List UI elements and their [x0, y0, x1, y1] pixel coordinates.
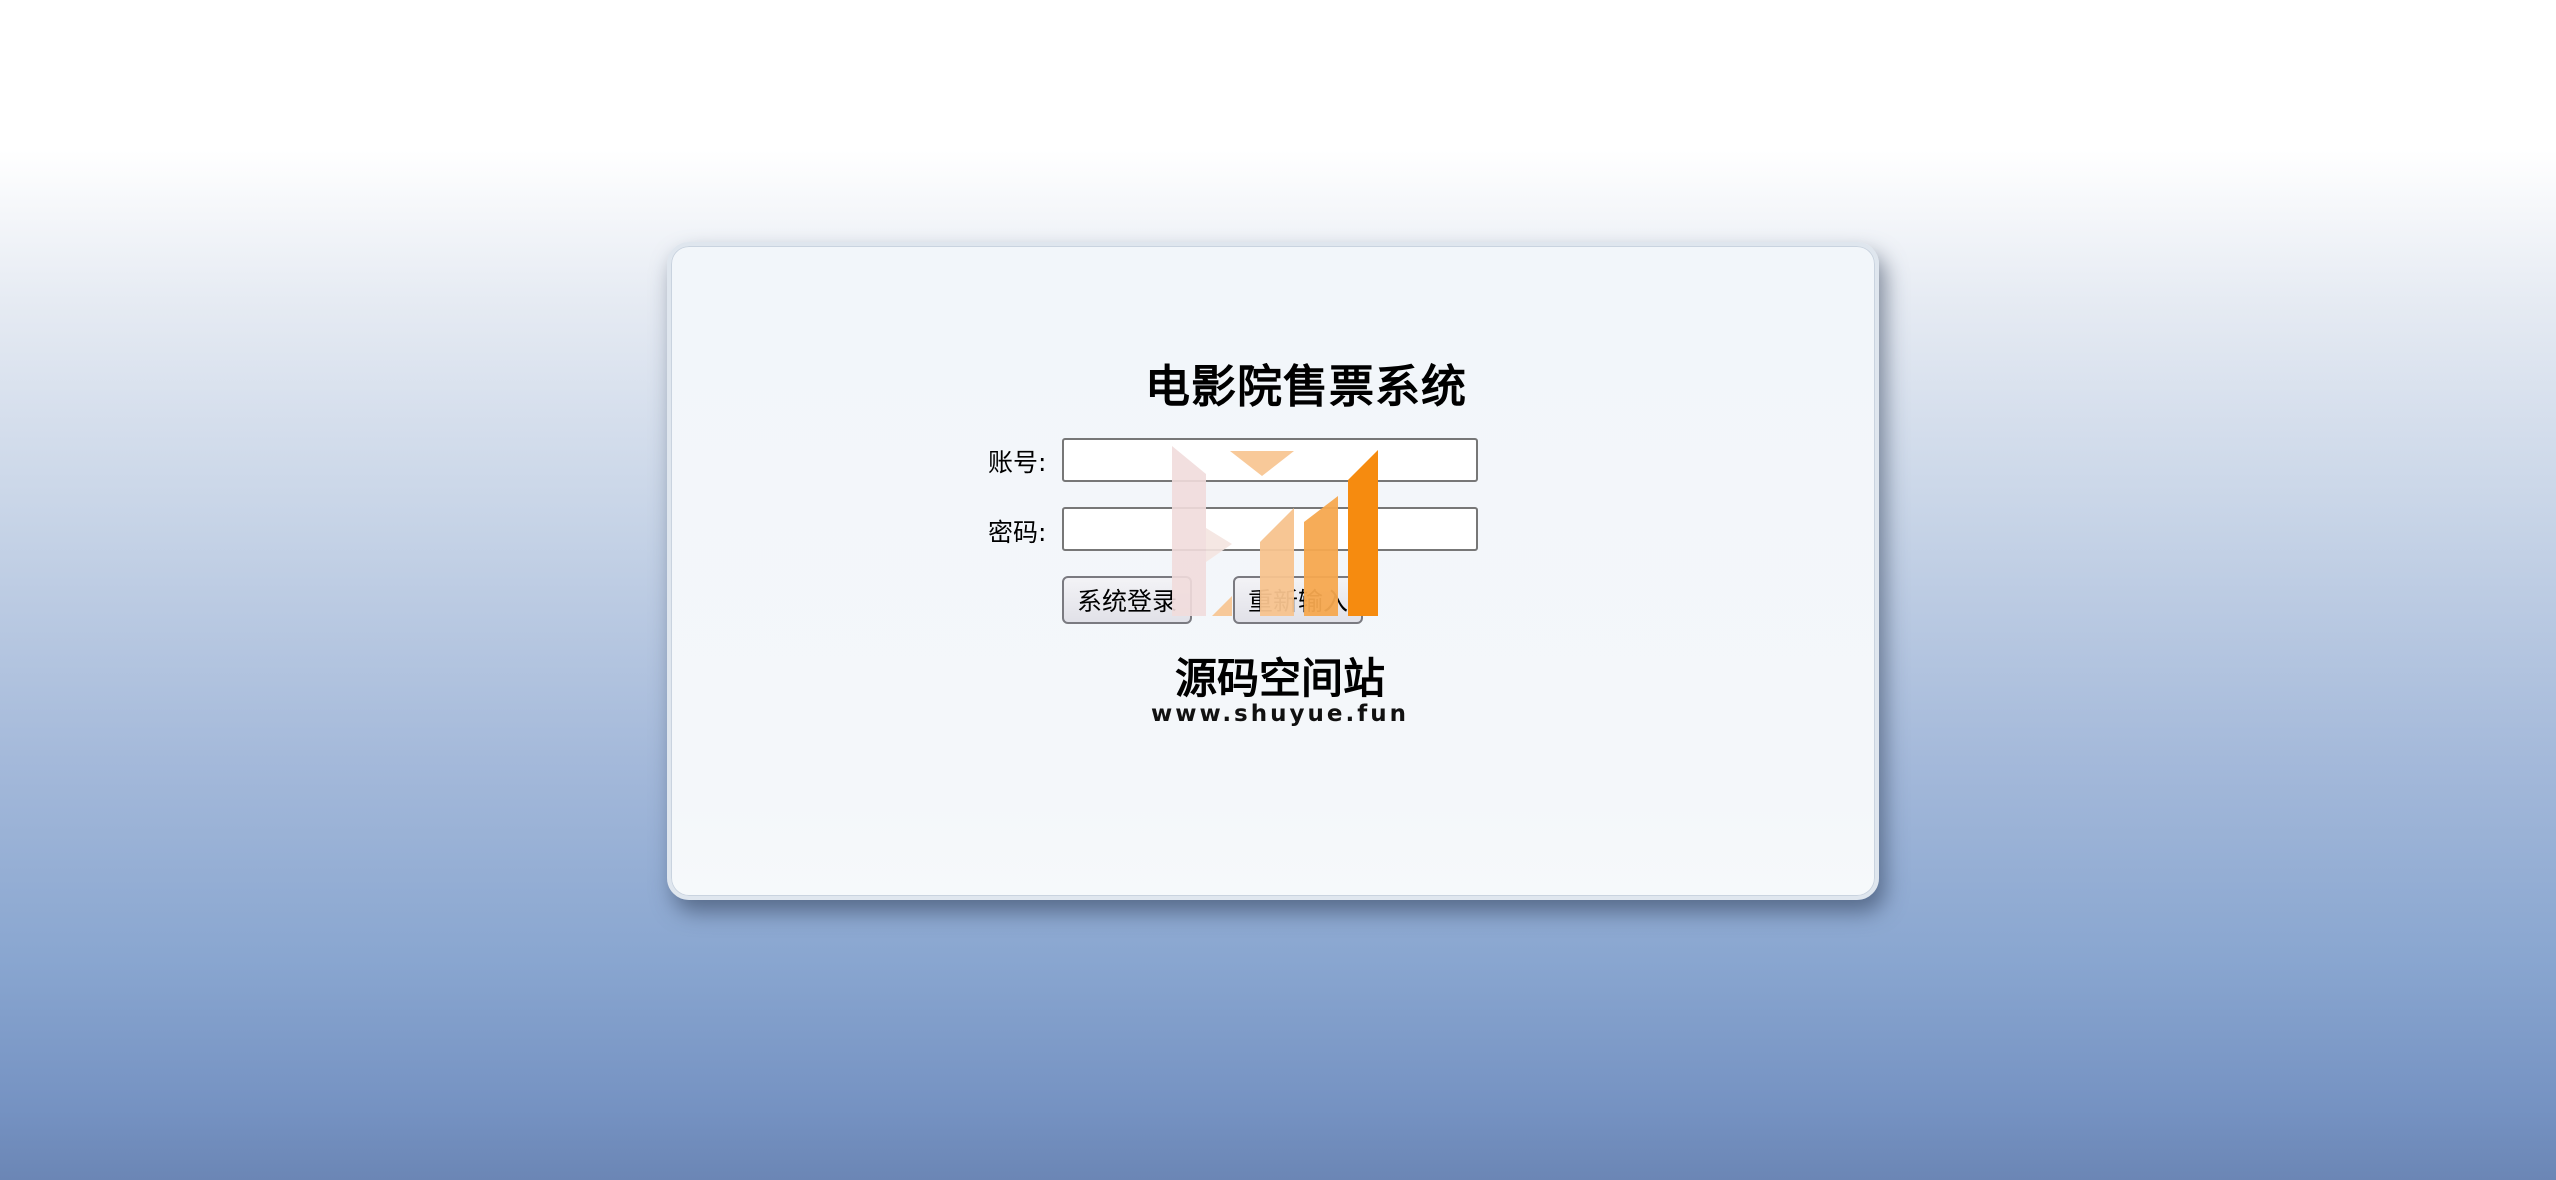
- watermark-url: www.shuyue.fun: [1151, 701, 1409, 727]
- watermark-name: 源码空间站: [1174, 654, 1385, 703]
- account-input[interactable]: [1062, 438, 1478, 482]
- password-input[interactable]: [1062, 507, 1478, 551]
- account-label: 账号:: [988, 448, 1047, 477]
- page-title: 电影院售票系统: [1145, 360, 1468, 413]
- login-button[interactable]: 系统登录: [1062, 576, 1192, 624]
- password-label: 密码:: [988, 518, 1047, 547]
- reset-button[interactable]: 重新输入: [1233, 576, 1363, 624]
- login-panel: [667, 242, 1879, 900]
